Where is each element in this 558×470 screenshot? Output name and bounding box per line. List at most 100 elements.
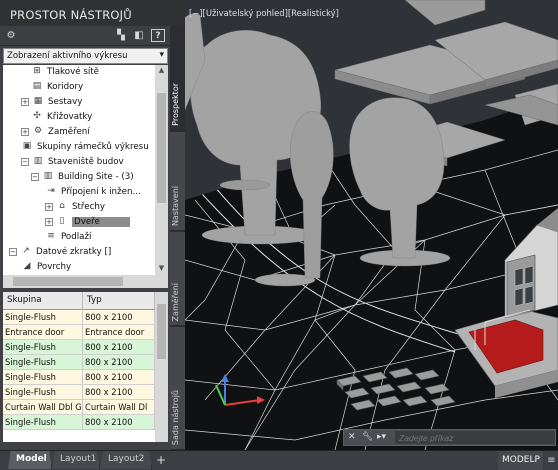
tree-item-label: Tlakové sítě	[47, 67, 100, 77]
grid-row[interactable]: Single-Flush 800 x 2100	[3, 340, 155, 355]
tree-horizontal-scrollbar[interactable]	[3, 275, 168, 288]
tree-item[interactable]: + ⌂ Střechy	[45, 200, 105, 215]
scroll-thumb[interactable]	[157, 93, 166, 203]
door-icon: ▯	[59, 216, 65, 226]
status-menu-icon[interactable]: ≡	[545, 451, 558, 470]
command-input[interactable]	[395, 431, 555, 444]
grid-cell-type[interactable]: 800 x 2100	[83, 385, 155, 400]
tree-item-label: Sestavy	[48, 97, 83, 107]
grid-cell-type[interactable]: 800 x 2100	[83, 310, 155, 325]
expand-toggle-icon[interactable]: +	[21, 97, 29, 106]
grid-row[interactable]: Single-Flush 800 x 2100	[3, 370, 155, 385]
side-tab-label: Zaměření	[171, 282, 180, 321]
tree-item[interactable]: ⊞ Tlakové sítě	[31, 65, 99, 80]
item-view-icon[interactable]: ▚	[114, 29, 128, 42]
drawing-viewport[interactable]: [−][Uživatelský pohled][Realistický] ✕ 🔧…	[185, 0, 558, 450]
side-tab[interactable]: Nastavení	[170, 131, 185, 231]
grid-vertical-scrollbar[interactable]	[155, 292, 168, 442]
tree-item[interactable]: − ▥ Building Site - (3)	[31, 170, 134, 185]
scroll-down-icon[interactable]: ▼	[155, 264, 168, 274]
wrench-icon[interactable]: 🔧︎	[362, 432, 373, 442]
side-tab[interactable]: Prospektor	[170, 26, 185, 131]
command-line: ✕ 🔧︎ ▸▾	[343, 429, 556, 446]
collapse-toggle-icon[interactable]: −	[21, 157, 29, 166]
tree-item[interactable]: ▤ Koridory	[31, 80, 83, 95]
grid-cell-type[interactable]: 800 x 2100	[83, 355, 155, 370]
roof-icon: ⌂	[59, 201, 65, 211]
tree-item[interactable]: ≡ Podlaží	[45, 230, 91, 245]
tree-item[interactable]: + ▯ Dveře	[45, 215, 130, 230]
tree-item[interactable]: − ▥ Staveniště budov	[21, 155, 124, 170]
prospector-tree: ⊞ Tlakové sítě ▤ Koridory + ▦ Sestavy ✣ Křižovat…	[3, 65, 155, 275]
palette-settings-icon[interactable]: ⚙	[4, 29, 18, 42]
view-selector-dropdown[interactable]: Zobrazení aktivního výkresu ▾	[3, 48, 168, 64]
layout-tab[interactable]: Layout1	[52, 451, 100, 469]
grid-cell-group[interactable]: Single-Flush	[3, 370, 83, 385]
grid-scroll-thumb[interactable]	[157, 304, 166, 359]
hscroll-thumb[interactable]	[13, 277, 123, 286]
layout-tab[interactable]: Model	[8, 451, 52, 469]
grid-cell-type[interactable]: 800 x 2100	[83, 370, 155, 385]
help-icon[interactable]: ?	[151, 29, 165, 42]
tree-item-label: Staveniště budov	[48, 157, 124, 167]
column-header-group[interactable]: Skupina	[3, 292, 83, 310]
survey-icon: ⚙	[33, 126, 43, 136]
tree-item[interactable]: ▣ Skupiny rámečků výkresu	[21, 140, 149, 155]
grid-row[interactable]: Single-Flush 800 x 2100	[3, 415, 155, 430]
layout-tab[interactable]: Layout2	[100, 451, 152, 469]
pressure-network-icon: ⊞	[33, 66, 41, 76]
connection-icon: ⇥	[47, 186, 55, 196]
grid-cell-group[interactable]: Single-Flush	[3, 355, 83, 370]
intersection-icon: ✣	[33, 111, 41, 121]
grid-cell-type[interactable]: Entrance door	[83, 325, 155, 340]
grid-cell-group[interactable]: Entrance door	[3, 325, 83, 340]
side-tab-label: Nastavení	[171, 185, 180, 226]
grid-cell-group[interactable]: Single-Flush	[3, 340, 83, 355]
grid-cell-group[interactable]: Single-Flush	[3, 310, 83, 325]
grid-cell-type[interactable]: Curtain Wall Dl	[83, 400, 155, 415]
close-icon[interactable]: ✕	[348, 432, 356, 442]
command-prompt-icon[interactable]: ▸▾	[377, 432, 386, 442]
grid-cell-type[interactable]: 800 x 2100	[83, 415, 155, 430]
expand-toggle-icon[interactable]: +	[45, 217, 53, 226]
side-tab[interactable]: Sada nástrojů	[170, 326, 185, 450]
expand-toggle-icon[interactable]: +	[45, 202, 53, 211]
palette-title[interactable]: PROSTOR NÁSTROJŮ	[0, 0, 185, 26]
collapse-toggle-icon[interactable]: −	[9, 247, 17, 256]
layout-tabs-bar: Model Layout1 Layout2 + MODELP ≡	[0, 450, 558, 470]
scroll-up-icon[interactable]: ▲	[155, 66, 168, 76]
add-layout-button[interactable]: +	[156, 451, 166, 469]
side-tab[interactable]: Zaměření	[170, 231, 185, 326]
model-space-toggle[interactable]: MODELP	[498, 451, 543, 470]
surface-icon: ◢	[23, 261, 31, 271]
grid-row[interactable]: Curtain Wall Dbl G Curtain Wall Dl	[3, 400, 155, 415]
autocad-civil3d-window: PROSTOR NÁSTROJŮ ⚙ ▚ ◧ ? Zobrazení aktiv…	[0, 0, 558, 470]
data-shortcut-icon: ↗	[22, 246, 30, 256]
grid-row[interactable]: Single-Flush 800 x 2100	[3, 385, 155, 400]
assembly-icon: ▦	[33, 96, 43, 106]
tree-item[interactable]: ✣ Křižovatky	[31, 110, 92, 125]
toggle-list-icon[interactable]: ◧	[132, 29, 146, 42]
column-header-type[interactable]: Typ	[83, 292, 155, 310]
expand-toggle-icon[interactable]: +	[21, 127, 29, 136]
chevron-down-icon[interactable]: ▾	[159, 50, 164, 60]
tree-item-label: Křižovatky	[47, 112, 93, 122]
grid-cell-type[interactable]: 800 x 2100	[83, 340, 155, 355]
collapse-toggle-icon[interactable]: −	[31, 172, 39, 181]
tree-item[interactable]: + ▦ Sestavy	[21, 95, 82, 110]
tree-item[interactable]: ⇥ Přípojení k inžen...	[45, 185, 141, 200]
grid-cell-group[interactable]: Curtain Wall Dbl G	[3, 400, 83, 415]
grid-row[interactable]: Entrance door Entrance door	[3, 325, 155, 340]
tree-item[interactable]: − ↗ Datové zkratky []	[9, 245, 111, 260]
tree-item-label: Dveře	[72, 217, 130, 227]
tree-vertical-scrollbar[interactable]: ▲ ▼	[155, 65, 168, 275]
grid-row[interactable]: Single-Flush 800 x 2100	[3, 310, 155, 325]
grid-cell-group[interactable]: Single-Flush	[3, 385, 83, 400]
tree-item[interactable]: + ⚙ Zaměření	[21, 125, 90, 140]
grid-row[interactable]: Single-Flush 800 x 2100	[3, 355, 155, 370]
viewport-controls-label[interactable]: [−][Uživatelský pohled][Realistický]	[189, 8, 339, 18]
3d-scene	[185, 0, 558, 450]
grid-cell-group[interactable]: Single-Flush	[3, 415, 83, 430]
tree-item[interactable]: ◢ Povrchy	[21, 260, 72, 275]
tree-item-label: Skupiny rámečků výkresu	[37, 142, 149, 152]
